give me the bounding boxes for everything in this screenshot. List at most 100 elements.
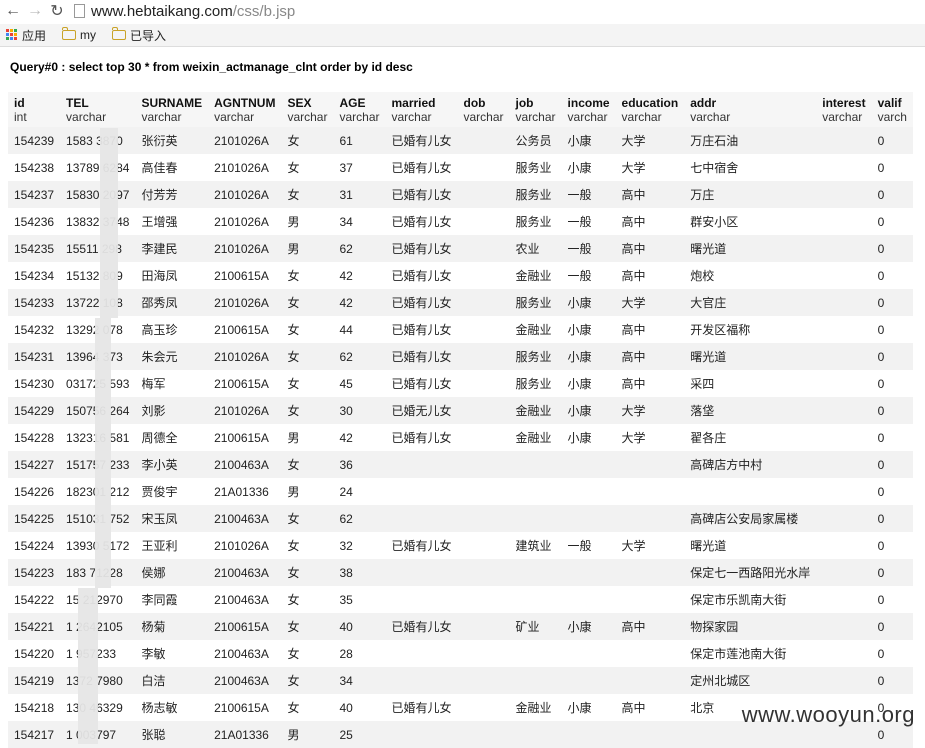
folder-icon	[62, 27, 77, 40]
arrow-right-icon[interactable]: →	[26, 1, 44, 21]
cell-married: 已婚有儿女	[385, 316, 458, 343]
cell-dob	[457, 154, 510, 181]
cell-dob	[457, 478, 510, 505]
column-type: varchar	[339, 110, 380, 124]
table-row: 154237 15830 2097 付芳芳 2101026A 女 31 已婚有儿女 服务业 一般…	[8, 181, 913, 208]
table-row: 154222 15 212970 李同霞 2100463A 女 35 保定市乐凯南大街 0	[8, 586, 913, 613]
cell-job: 服务业	[509, 208, 562, 235]
cell-education	[615, 586, 685, 613]
cell-valif: 0	[871, 208, 913, 235]
cell-job: 金融业	[509, 316, 562, 343]
cell-sex: 女	[281, 154, 334, 181]
cell-addr: 物探家园	[684, 613, 817, 640]
cell-valif: 0	[871, 586, 913, 613]
column-header-valif: valif varch	[871, 92, 913, 127]
cell-valif: 0	[871, 235, 913, 262]
cell-agntnum: 2100463A	[208, 559, 282, 586]
cell-age: 42	[333, 262, 386, 289]
cell-education: 大学	[615, 424, 685, 451]
cell-dob	[457, 667, 510, 694]
cell-job	[509, 586, 562, 613]
cell-id: 154221	[8, 613, 61, 640]
column-name: SEX	[287, 96, 312, 110]
bookmarks-bar: 应用 my 已导入	[0, 24, 925, 47]
cell-job: 服务业	[509, 370, 562, 397]
cell-surname: 杨菊	[135, 613, 209, 640]
cell-job: 农业	[509, 235, 562, 262]
cell-education	[615, 559, 685, 586]
cell-sex: 女	[281, 316, 334, 343]
arrow-left-icon[interactable]: ←	[4, 1, 22, 21]
cell-valif: 0	[871, 505, 913, 532]
cell-interest	[816, 532, 872, 559]
cell-married: 已婚有儿女	[385, 208, 458, 235]
bookmark-my[interactable]: my	[62, 27, 97, 42]
reload-icon[interactable]: ↻	[48, 1, 66, 21]
cell-valif: 0	[871, 262, 913, 289]
cell-interest	[816, 316, 872, 343]
cell-id: 154227	[8, 451, 61, 478]
cell-job	[509, 640, 562, 667]
cell-age: 62	[333, 235, 386, 262]
cell-income	[561, 559, 616, 586]
cell-sex: 女	[281, 289, 334, 316]
cell-dob	[457, 370, 510, 397]
cell-education	[615, 667, 685, 694]
cell-job: 服务业	[509, 289, 562, 316]
cell-married: 已婚有儿女	[385, 127, 458, 154]
cell-agntnum: 2101026A	[208, 127, 282, 154]
cell-education: 大学	[615, 127, 685, 154]
cell-addr: 曙光道	[684, 343, 817, 370]
column-header-age: AGE varchar	[333, 92, 386, 127]
cell-married: 已婚有儿女	[385, 289, 458, 316]
cell-surname: 李同霞	[135, 586, 209, 613]
table-row: 154227 151757 233 李小英 2100463A 女 36 高碑店方中村 0	[8, 451, 913, 478]
cell-income	[561, 586, 616, 613]
cell-married: 已婚有儿女	[385, 154, 458, 181]
cell-education: 大学	[615, 397, 685, 424]
cell-id: 154234	[8, 262, 61, 289]
bookmark-apps[interactable]: 应用	[6, 27, 46, 44]
cell-valif: 0	[871, 613, 913, 640]
cell-addr: 高碑店方中村	[684, 451, 817, 478]
cell-id: 154219	[8, 667, 61, 694]
cell-married	[385, 640, 458, 667]
cell-dob	[457, 505, 510, 532]
cell-married: 已婚有儿女	[385, 694, 458, 721]
cell-sex: 女	[281, 343, 334, 370]
cell-job: 公务员	[509, 127, 562, 154]
cell-age: 42	[333, 289, 386, 316]
cell-dob	[457, 262, 510, 289]
cell-age: 62	[333, 505, 386, 532]
cell-addr	[684, 478, 817, 505]
cell-interest	[816, 613, 872, 640]
cell-sex: 女	[281, 262, 334, 289]
address-bar[interactable]: www.hebtaikang.com/css/b.jsp	[91, 3, 295, 20]
cell-surname: 邵秀凤	[135, 289, 209, 316]
cell-sex: 女	[281, 613, 334, 640]
bookmark-label: my	[80, 28, 97, 42]
cell-dob	[457, 640, 510, 667]
bookmark-imported[interactable]: 已导入	[112, 27, 166, 44]
cell-surname: 李建民	[135, 235, 209, 262]
cell-education: 高中	[615, 208, 685, 235]
cell-surname: 高玉珍	[135, 316, 209, 343]
cell-sex: 女	[281, 532, 334, 559]
cell-married: 已婚有儿女	[385, 181, 458, 208]
cell-agntnum: 2100615A	[208, 370, 282, 397]
cell-age: 38	[333, 559, 386, 586]
cell-age: 40	[333, 613, 386, 640]
column-name: income	[567, 96, 610, 110]
cell-sex: 女	[281, 640, 334, 667]
cell-surname: 王增强	[135, 208, 209, 235]
table-row: 154234 15132 809 田海凤 2100615A 女 42 已婚有儿女 金融业 一般高…	[8, 262, 913, 289]
cell-dob	[457, 181, 510, 208]
watermark: www.wooyun.org	[741, 702, 915, 727]
cell-valif: 0	[871, 559, 913, 586]
cell-agntnum: 2100463A	[208, 451, 282, 478]
cell-age: 24	[333, 478, 386, 505]
cell-id: 154229	[8, 397, 61, 424]
cell-dob	[457, 424, 510, 451]
column-name: dob	[463, 96, 486, 110]
cell-dob	[457, 208, 510, 235]
